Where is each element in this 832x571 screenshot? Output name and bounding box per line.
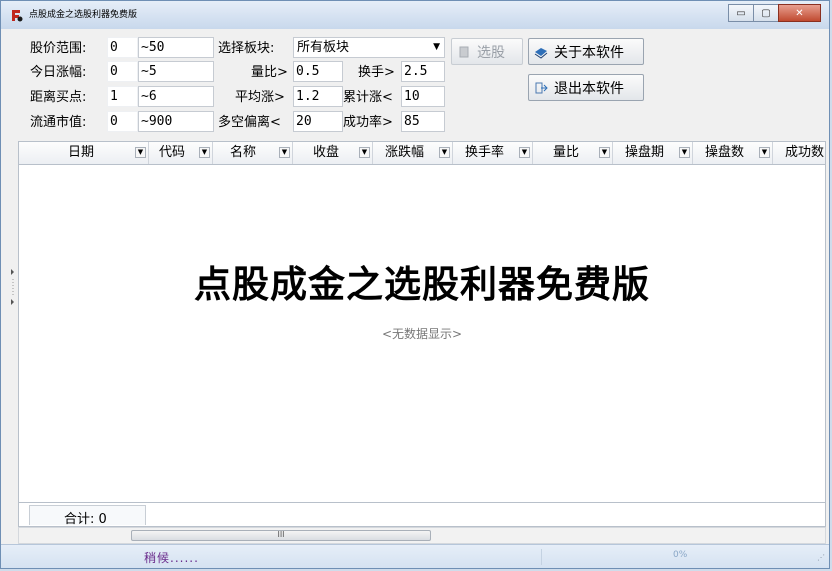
turnover-input[interactable]: 2.5 [401,61,445,82]
title-bar: 点股成金之选股利器免费版 ▭ ▢ ✕ [1,1,829,29]
book-icon [534,47,548,59]
select-stocks-button[interactable]: 选股 [451,38,523,65]
exit-button[interactable]: 退出本软件 [528,74,644,101]
grid-header: 日期 ▼ 代码 ▼ 名称 ▼ 收盘 ▼ 涨跌幅 ▼ 换手率 ▼ 量比 ▼ 操盘期 ▼ 操盘数 ▼ … [19,142,825,165]
sector-label: 选择板块: [218,41,275,56]
filter-dropdown-icon[interactable]: ▼ [279,147,290,158]
price-min-input[interactable]: 0 [107,37,138,58]
app-window: 点股成金之选股利器免费版 ▭ ▢ ✕ 股价范围: 0 ~50 今日涨幅: 0 ~… [0,0,830,569]
float-cap-label: 流通市值: [30,115,87,130]
close-icon: ✕ [795,7,804,19]
select-stocks-label: 选股 [477,44,505,61]
price-max-input[interactable]: ~50 [138,37,214,58]
bull-bear-input[interactable]: 20 [293,111,343,132]
status-bar: 稍候...... 0% ⋰ [1,544,829,568]
about-button[interactable]: 关于本软件 [528,38,644,65]
summary-cell: 合计: 0 [29,505,146,527]
cum-rise-label: 累计涨< [343,90,393,105]
filter-dropdown-icon[interactable]: ▼ [439,147,450,158]
change-min-input[interactable]: 0 [107,61,138,82]
today-change-label: 今日涨幅: [30,65,87,80]
filter-dropdown-icon[interactable]: ▼ [359,147,370,158]
avg-rise-input[interactable]: 1.2 [293,86,343,107]
close-button[interactable]: ✕ [778,4,821,22]
volume-ratio-input[interactable]: 0.5 [293,61,343,82]
col-name[interactable]: 名称 ▼ [213,142,293,164]
col-change[interactable]: 涨跌幅 ▼ [373,142,453,164]
document-icon [459,46,469,57]
scroll-thumb[interactable]: III [131,530,431,541]
window-title: 点股成金之选股利器免费版 [29,10,138,20]
buy-distance-label: 距离买点: [30,90,87,105]
filter-dropdown-icon[interactable]: ▼ [519,147,530,158]
cap-min-input[interactable]: 0 [107,111,138,132]
splitter-handle[interactable] [10,267,16,307]
watermark-title: 点股成金之选股利器免费版 [194,263,650,306]
results-grid[interactable]: 日期 ▼ 代码 ▼ 名称 ▼ 收盘 ▼ 涨跌幅 ▼ 换手率 ▼ 量比 ▼ 操盘期 ▼ 操盘数 ▼ … [18,141,826,503]
distance-max-input[interactable]: ~6 [138,86,214,107]
progress-percent: 0% [673,550,688,560]
col-success[interactable]: 成功数 [773,142,827,164]
col-close[interactable]: 收盘 ▼ [293,142,373,164]
filter-dropdown-icon[interactable]: ▼ [199,147,210,158]
success-rate-input[interactable]: 85 [401,111,445,132]
scroll-thumb-grip: III [277,530,285,539]
filter-dropdown-icon[interactable]: ▼ [679,147,690,158]
bull-bear-label: 多空偏离< [218,115,281,130]
avg-rise-label: 平均涨> [235,90,285,105]
distance-min-input[interactable]: 1 [107,86,138,107]
summary-total: 合计: 0 [64,512,107,527]
col-count[interactable]: 操盘数 ▼ [693,142,773,164]
horizontal-scrollbar[interactable]: III [18,527,826,544]
col-code[interactable]: 代码 ▼ [149,142,213,164]
col-date[interactable]: 日期 ▼ [19,142,149,164]
resize-grip-icon[interactable]: ⋰ [817,553,825,562]
empty-message: <无数据显示> [381,327,463,341]
app-icon [12,10,23,22]
cap-max-input[interactable]: ~900 [138,111,214,132]
minimize-button[interactable]: ▭ [728,4,754,22]
minimize-icon: ▭ [736,7,746,19]
status-divider [541,549,542,565]
col-period[interactable]: 操盘期 ▼ [613,142,693,164]
maximize-button[interactable]: ▢ [753,4,779,22]
exit-icon [535,82,548,93]
filter-dropdown-icon[interactable]: ▼ [599,147,610,158]
status-text: 稍候...... [144,551,199,565]
col-volume-ratio[interactable]: 量比 ▼ [533,142,613,164]
col-turnover[interactable]: 换手率 ▼ [453,142,533,164]
cum-rise-input[interactable]: 10 [401,86,445,107]
change-max-input[interactable]: ~5 [138,61,214,82]
filter-dropdown-icon[interactable]: ▼ [135,147,146,158]
filter-dropdown-icon[interactable]: ▼ [759,147,770,158]
volume-ratio-label: 量比> [251,65,288,80]
exit-label: 退出本软件 [554,80,624,97]
turnover-label: 换手> [358,65,395,80]
sector-select[interactable]: 所有板块 ▼ [293,37,445,58]
success-rate-label: 成功率> [343,115,393,130]
dropdown-arrow-icon: ▼ [433,42,440,52]
about-label: 关于本软件 [554,44,624,61]
summary-row: 合计: 0 [18,503,826,527]
sector-select-value: 所有板块 [297,40,350,55]
maximize-icon: ▢ [761,7,771,19]
price-range-label: 股价范围: [30,41,87,56]
